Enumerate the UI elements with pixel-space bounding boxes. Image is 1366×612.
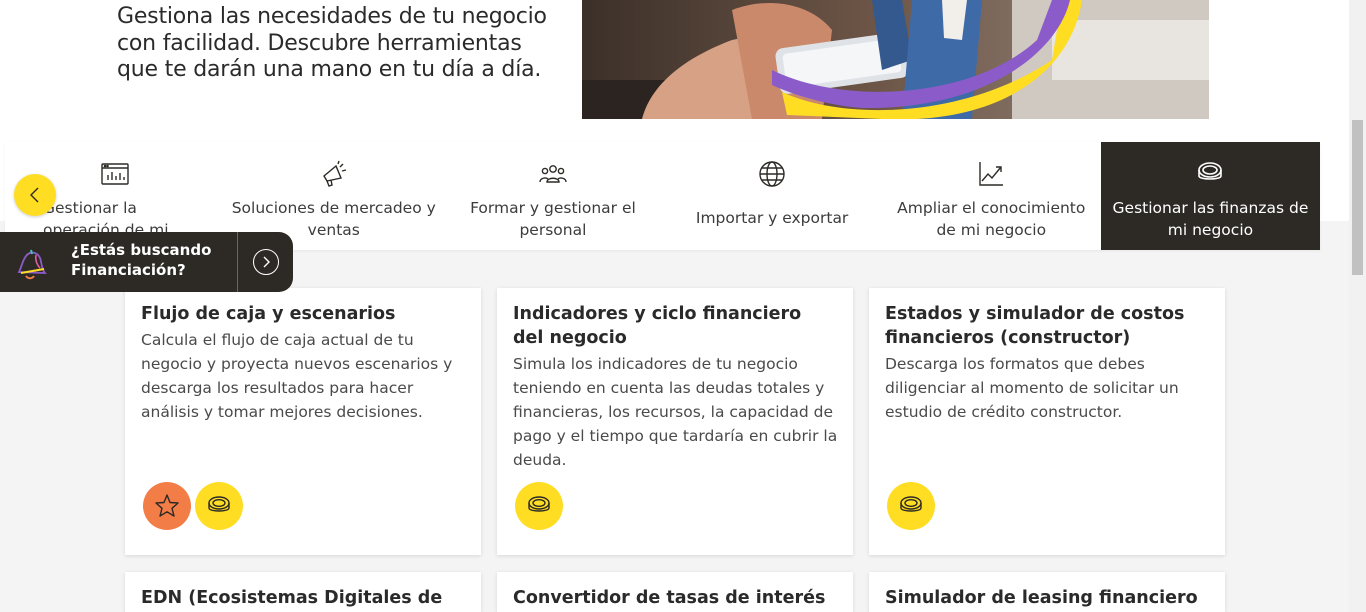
globe-icon [759, 161, 785, 187]
tool-card[interactable]: Indicadores y ciclo financiero del negoc… [497, 288, 853, 555]
card-title: Indicadores y ciclo financiero del negoc… [513, 304, 802, 348]
scrollbar-thumb[interactable] [1352, 120, 1363, 275]
chevron-left-icon [30, 187, 39, 203]
tab-label: Ampliar el conocimiento de mi negocio [897, 199, 1086, 239]
tool-card[interactable]: Convertidor de tasas de interés [497, 572, 853, 612]
tab-label: Gestionar las finanzas de mi negocio [1112, 199, 1309, 239]
hero-image [582, 0, 1209, 119]
tool-card[interactable]: Simulador de leasing financiero [869, 572, 1225, 612]
coins-icon [900, 496, 922, 512]
tab-label: Formar y gestionar el personal [470, 199, 636, 239]
card-title: Estados y simulador de costos financiero… [885, 304, 1185, 348]
hero-text: Gestiona las necesidades de tu negocio c… [117, 4, 547, 82]
megaphone-icon [322, 160, 346, 187]
financing-banner-label: ¿Estás buscando Financiación? [71, 241, 212, 279]
tab-conocimiento[interactable]: Ampliar el conocimiento de mi negocio [882, 142, 1101, 250]
coins-icon [528, 496, 550, 512]
growth-chart-icon [979, 162, 1004, 186]
divider [237, 232, 238, 292]
financing-banner[interactable]: ¿Estás buscando Financiación? [0, 232, 293, 292]
tab-label: Importar y exportar [695, 209, 849, 227]
card-description: Simula los indicadores de tu negocio ten… [513, 355, 838, 469]
finance-badge [195, 482, 243, 530]
financing-go-button[interactable] [253, 249, 279, 275]
tab-finanzas[interactable]: Gestionar las finanzas de mi negocio [1100, 142, 1321, 250]
people-icon [539, 165, 567, 183]
card-description: Descarga los formatos que debes diligenc… [885, 355, 1179, 421]
finance-badge [515, 482, 563, 530]
tab-importar-exportar[interactable]: Importar y exportar [663, 142, 882, 250]
coins-icon [1198, 162, 1223, 180]
tool-card[interactable]: Estados y simulador de costos financiero… [869, 288, 1225, 555]
bell-logo-icon [17, 249, 47, 280]
dashboard-icon [100, 163, 129, 185]
star-icon [155, 494, 179, 517]
tool-card[interactable]: EDN (Ecosistemas Digitales de [125, 572, 481, 612]
card-title: Flujo de caja y escenarios [141, 304, 396, 324]
tool-card[interactable]: Flujo de caja y escenarios Calcula el fl… [125, 288, 481, 555]
coins-icon [208, 496, 230, 512]
carousel-prev-button[interactable] [14, 174, 56, 216]
favorite-badge [143, 482, 191, 530]
card-title: Simulador de leasing financiero [885, 588, 1198, 608]
card-title: EDN (Ecosistemas Digitales de [141, 588, 443, 608]
finance-badge [887, 482, 935, 530]
vertical-scrollbar[interactable] [1349, 0, 1366, 612]
card-description: Calcula el flujo de caja actual de tu ne… [141, 331, 453, 421]
chevron-right-icon [263, 256, 270, 268]
tab-personal[interactable]: Formar y gestionar el personal [443, 142, 662, 250]
card-title: Convertidor de tasas de interés [513, 588, 826, 608]
